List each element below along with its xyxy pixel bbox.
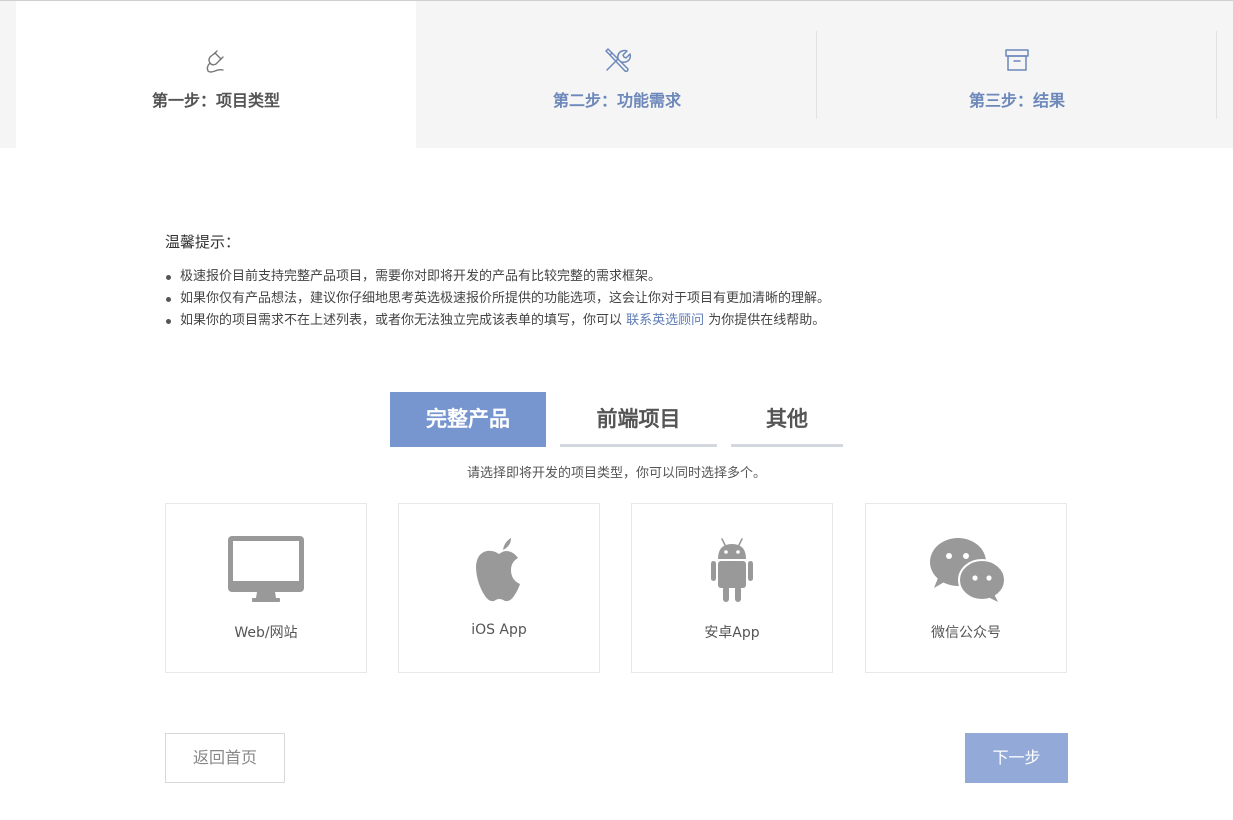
step-2-label: 第二步：功能需求 [552, 91, 681, 110]
tip-text: 为你提供在线帮助。 [704, 313, 826, 328]
plug-icon [206, 50, 224, 73]
step-divider [1216, 31, 1217, 119]
next-step-button[interactable]: 下一步 [965, 733, 1068, 783]
tip-item: 如果你的项目需求不在上述列表，或者你无法独立完成该表单的填写，你可以 联系英选顾… [165, 310, 830, 332]
tools-icon [605, 48, 632, 72]
card-label: 安卓App [704, 625, 760, 641]
card-label: iOS App [471, 622, 527, 638]
step-1[interactable]: 第一步：项目类型 [16, 1, 416, 149]
tab-frontend-project[interactable]: 前端项目 [560, 392, 717, 447]
android-icon [711, 538, 753, 602]
step-3[interactable]: 第三步：结果 [817, 1, 1217, 149]
back-home-button[interactable]: 返回首页 [165, 733, 285, 783]
archive-box-icon [1005, 49, 1029, 71]
wechat-icon [930, 538, 1006, 602]
card-ios[interactable]: iOS App [398, 503, 600, 673]
step-1-label: 第一步：项目类型 [151, 91, 280, 110]
card-label: Web/网站 [234, 625, 298, 641]
tab-other[interactable]: 其他 [731, 392, 843, 447]
contact-advisor-link[interactable]: 联系英选顾问 [626, 313, 704, 328]
tip-item: 如果你仅有产品想法，建议你仔细地思考英选极速报价所提供的功能选项，这会让你对于项… [165, 288, 830, 310]
selection-hint: 请选择即将开发的项目类型，你可以同时选择多个。 [466, 466, 766, 481]
tips-list: 极速报价目前支持完整产品项目，需要你对即将开发的产品有比较完整的需求框架。 如果… [165, 266, 830, 332]
apple-icon [476, 538, 520, 602]
tip-text: 如果你的项目需求不在上述列表，或者你无法独立完成该表单的填写，你可以 [180, 313, 627, 328]
tab-full-product[interactable]: 完整产品 [390, 392, 546, 447]
tips-title: 温馨提示： [165, 233, 241, 251]
step-3-label: 第三步：结果 [968, 91, 1065, 110]
card-wechat[interactable]: 微信公众号 [865, 503, 1067, 673]
card-android[interactable]: 安卓App [631, 503, 833, 673]
card-label: 微信公众号 [931, 625, 1001, 641]
step-navigation: 第一步：项目类型 第二步：功能需求 第三步：结果 [0, 0, 1233, 149]
card-web[interactable]: Web/网站 [165, 503, 367, 673]
monitor-icon [228, 536, 304, 602]
step-2[interactable]: 第二步：功能需求 [417, 1, 817, 149]
tip-item: 极速报价目前支持完整产品项目，需要你对即将开发的产品有比较完整的需求框架。 [165, 266, 830, 288]
